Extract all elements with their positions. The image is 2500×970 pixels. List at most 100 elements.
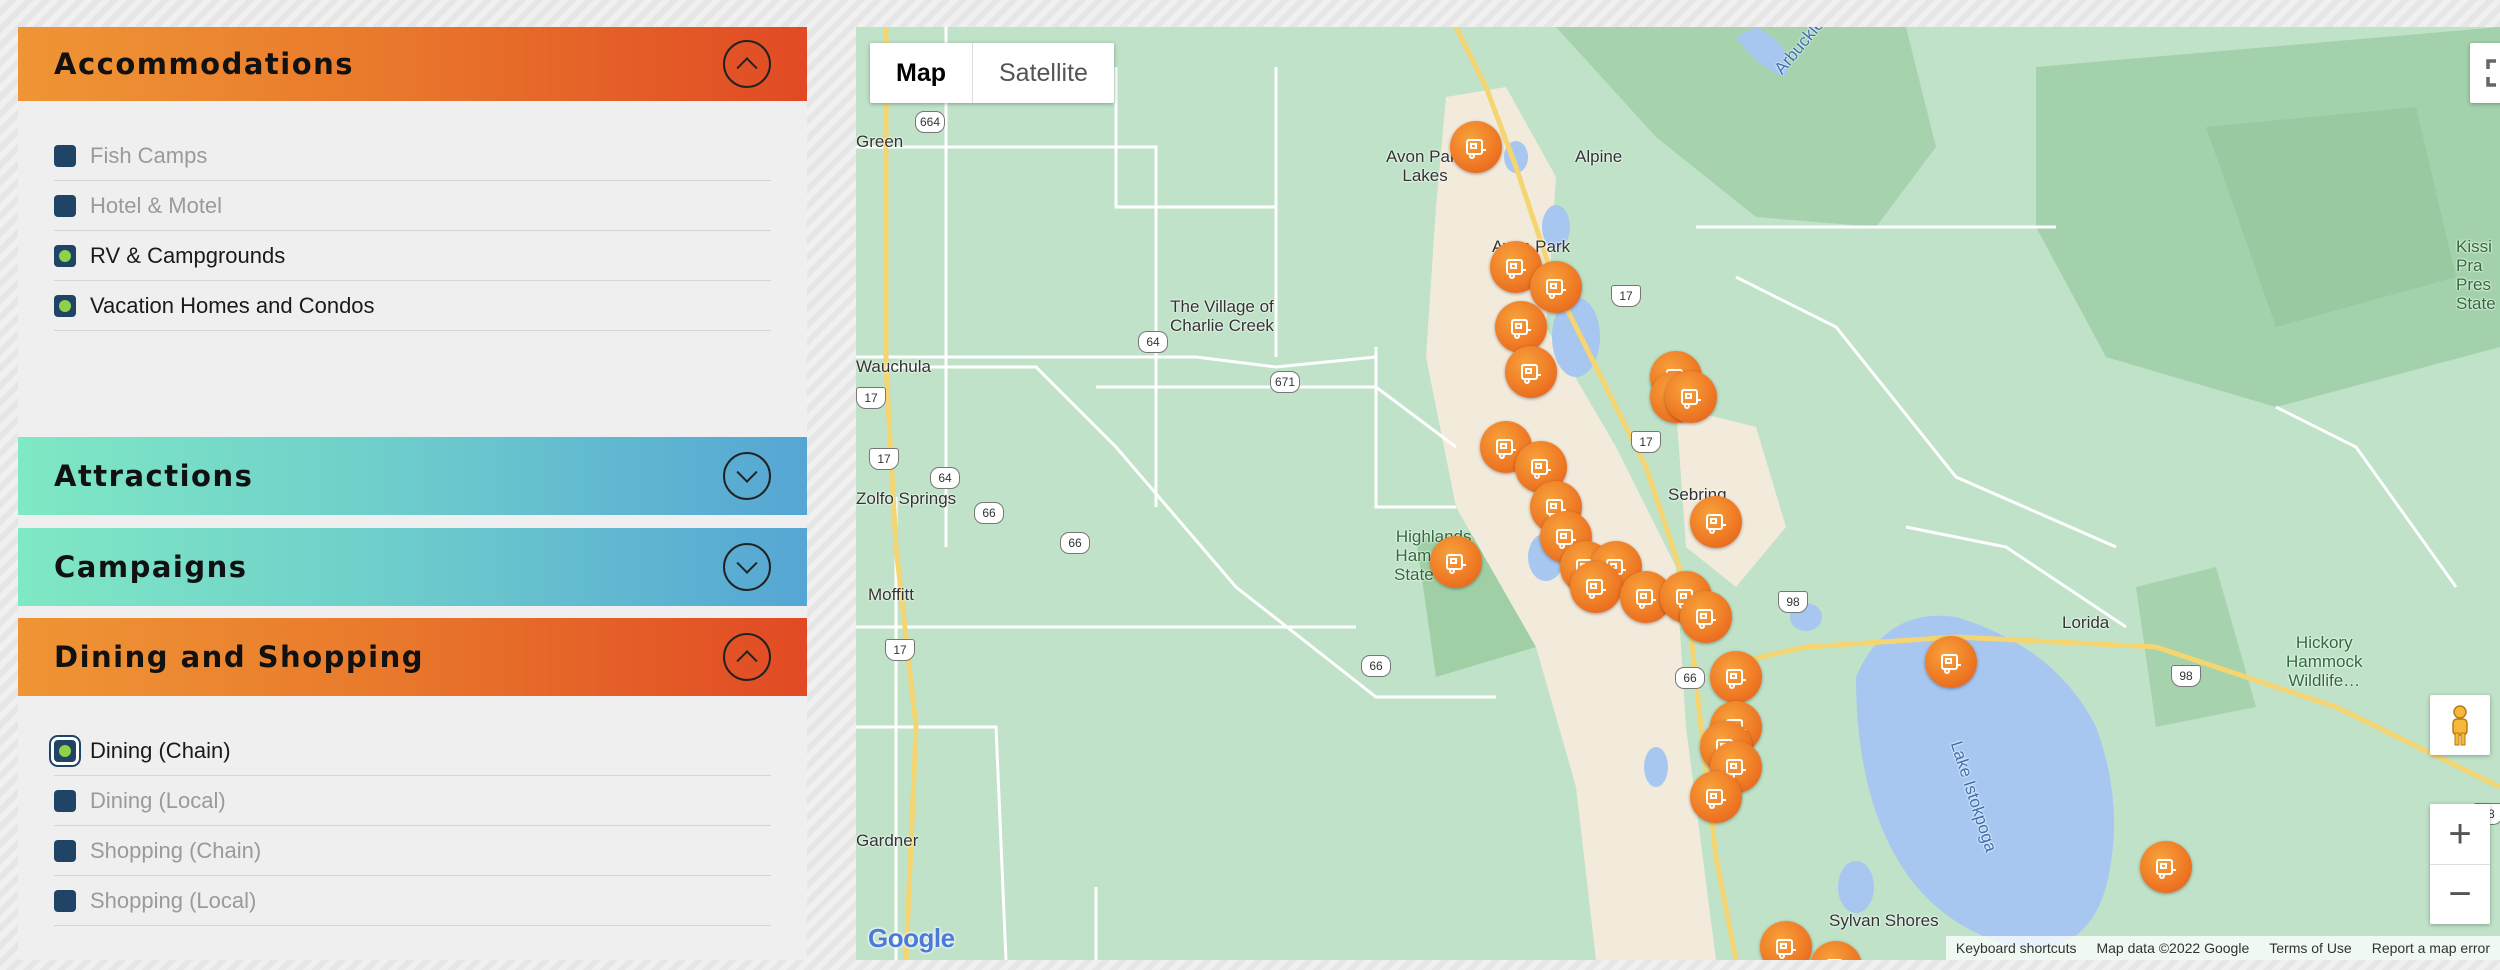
accordion-campaigns[interactable]: Campaigns	[18, 528, 807, 606]
location-marker[interactable]	[1680, 591, 1732, 643]
map-type-map-button[interactable]: Map	[870, 43, 973, 103]
camper-icon	[1826, 959, 1843, 960]
filter-label: Fish Camps	[90, 142, 208, 168]
zoom-out-button[interactable]: −	[2430, 865, 2490, 924]
road-shield: 98	[2171, 665, 2201, 687]
zoom-in-button[interactable]: +	[2430, 804, 2490, 865]
filter-label: Hotel & Motel	[90, 192, 223, 218]
location-marker[interactable]	[1505, 346, 1557, 398]
place-label: Alpine	[1575, 147, 1623, 166]
place-label: Moffitt	[868, 585, 914, 604]
location-marker[interactable]	[1690, 771, 1742, 823]
filter-dining-chain[interactable]: Dining (Chain)	[54, 726, 771, 776]
camper-icon	[1776, 939, 1796, 959]
road-shield: 66	[1675, 667, 1705, 689]
checkbox[interactable]	[54, 144, 76, 167]
location-marker[interactable]	[1710, 651, 1762, 703]
map-view[interactable]: Green Avon Park Lakes Alpine Avon Park T…	[856, 27, 2500, 960]
place-label: Kissi Pra Pres State	[2456, 237, 2496, 313]
google-logo[interactable]: Google	[868, 923, 955, 954]
filter-label: Dining (Chain)	[90, 737, 231, 763]
road-shield: 17	[856, 387, 886, 409]
checkbox[interactable]	[54, 789, 76, 812]
camper-icon	[1466, 139, 1486, 159]
location-marker[interactable]	[1925, 636, 1977, 688]
camper-icon	[1531, 459, 1551, 479]
location-marker[interactable]	[1495, 301, 1547, 353]
road-shield: 671	[1270, 371, 1300, 393]
report-map-error-link[interactable]: Report a map error	[2362, 940, 2500, 956]
camper-icon	[1706, 514, 1726, 534]
camper-icon	[1706, 789, 1726, 809]
location-marker[interactable]	[1690, 496, 1742, 548]
road-shield: 98	[1778, 591, 1808, 613]
road-shield: 66	[1060, 532, 1090, 554]
road-shield: 17	[869, 448, 899, 470]
accordion-accommodations[interactable]: Accommodations	[18, 27, 807, 101]
terms-of-use-link[interactable]: Terms of Use	[2259, 940, 2361, 956]
filter-label: RV & Campgrounds	[90, 242, 286, 268]
camper-icon	[1681, 389, 1701, 409]
place-label: Sylvan Shores	[1829, 911, 1939, 930]
map-type-satellite-button[interactable]: Satellite	[973, 43, 1114, 103]
location-marker[interactable]	[1570, 561, 1622, 613]
road-shield: 17	[1631, 431, 1661, 453]
filter-label: Dining (Local)	[90, 787, 226, 813]
checkbox[interactable]	[54, 739, 76, 762]
camper-icon	[1636, 589, 1656, 609]
camper-icon	[1586, 579, 1606, 599]
camper-icon	[1506, 259, 1526, 279]
road-shield: 66	[1361, 655, 1391, 677]
location-marker[interactable]	[1450, 121, 1502, 173]
camper-icon	[1941, 654, 1961, 674]
accordion-dining-shopping[interactable]: Dining and Shopping	[18, 618, 807, 696]
checkbox[interactable]	[54, 194, 76, 217]
chevron-down-icon[interactable]	[723, 543, 771, 591]
chevron-up-icon[interactable]	[723, 40, 771, 88]
filter-label: Shopping (Chain)	[90, 837, 262, 863]
filter-rv-campgrounds[interactable]: RV & Campgrounds	[54, 231, 771, 281]
place-label: Green	[856, 132, 904, 151]
street-view-pegman[interactable]	[2430, 695, 2490, 755]
map-type-control: Map Satellite	[870, 43, 1114, 103]
filter-shopping-chain[interactable]: Shopping (Chain)	[54, 826, 771, 876]
place-label: Hickory Hammock Wildlife…	[2286, 633, 2363, 690]
map-footer: Keyboard shortcuts Map data ©2022 Google…	[1945, 936, 2500, 960]
road-shield: 664	[915, 111, 945, 133]
checkbox[interactable]	[54, 294, 76, 317]
keyboard-shortcuts-link[interactable]: Keyboard shortcuts	[1946, 940, 2087, 956]
place-label: Zolfo Springs	[856, 489, 957, 508]
fullscreen-icon	[2486, 59, 2496, 87]
road-shield: 66	[974, 502, 1004, 524]
filter-label: Shopping (Local)	[90, 887, 257, 913]
filter-dining-local[interactable]: Dining (Local)	[54, 776, 771, 826]
dining-shopping-panel: Dining (Chain) Dining (Local) Shopping (…	[18, 696, 807, 960]
accordion-title: Accommodations	[54, 47, 355, 81]
place-label: Wauchula	[856, 357, 931, 376]
filter-vacation-homes[interactable]: Vacation Homes and Condos	[54, 281, 771, 331]
filter-shopping-local[interactable]: Shopping (Local)	[54, 876, 771, 926]
location-marker[interactable]	[1665, 371, 1717, 423]
filter-hotel-motel[interactable]: Hotel & Motel	[54, 181, 771, 231]
checkbox[interactable]	[54, 839, 76, 862]
filter-fish-camps[interactable]: Fish Camps	[54, 131, 771, 181]
checkbox[interactable]	[54, 889, 76, 912]
accommodations-panel: Fish Camps Hotel & Motel RV & Campground…	[18, 101, 807, 441]
place-label: Lorida	[2062, 613, 2110, 632]
map-data-attribution: Map data ©2022 Google	[2096, 940, 2250, 956]
camper-icon	[1446, 554, 1466, 574]
chevron-down-icon[interactable]	[723, 452, 771, 500]
location-marker[interactable]	[1430, 536, 1482, 588]
location-marker[interactable]	[1530, 261, 1582, 313]
road-shield: 64	[1138, 331, 1168, 353]
location-marker[interactable]	[2140, 841, 2192, 893]
chevron-up-icon[interactable]	[723, 633, 771, 681]
road-shield: 64	[930, 467, 960, 489]
accordion-attractions[interactable]: Attractions	[18, 437, 807, 515]
place-label: Gardner	[856, 831, 919, 850]
checkbox[interactable]	[54, 244, 76, 267]
pegman-icon	[2452, 705, 2468, 746]
place-label: The Village of Charlie Creek	[1170, 297, 1274, 335]
camper-icon	[1511, 319, 1531, 339]
fullscreen-button[interactable]	[2470, 43, 2500, 103]
